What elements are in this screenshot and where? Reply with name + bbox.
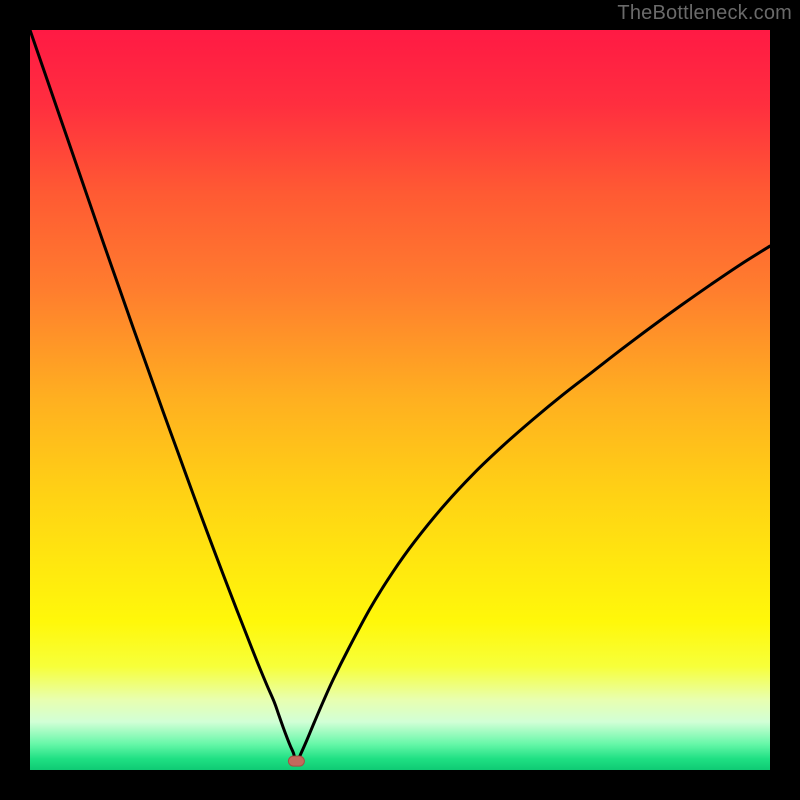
chart-svg [30, 30, 770, 770]
chart-frame: TheBottleneck.com [0, 0, 800, 800]
gradient-background [30, 30, 770, 770]
plot-area [30, 30, 770, 770]
optimal-marker [288, 756, 304, 766]
watermark-text: TheBottleneck.com [617, 2, 792, 25]
